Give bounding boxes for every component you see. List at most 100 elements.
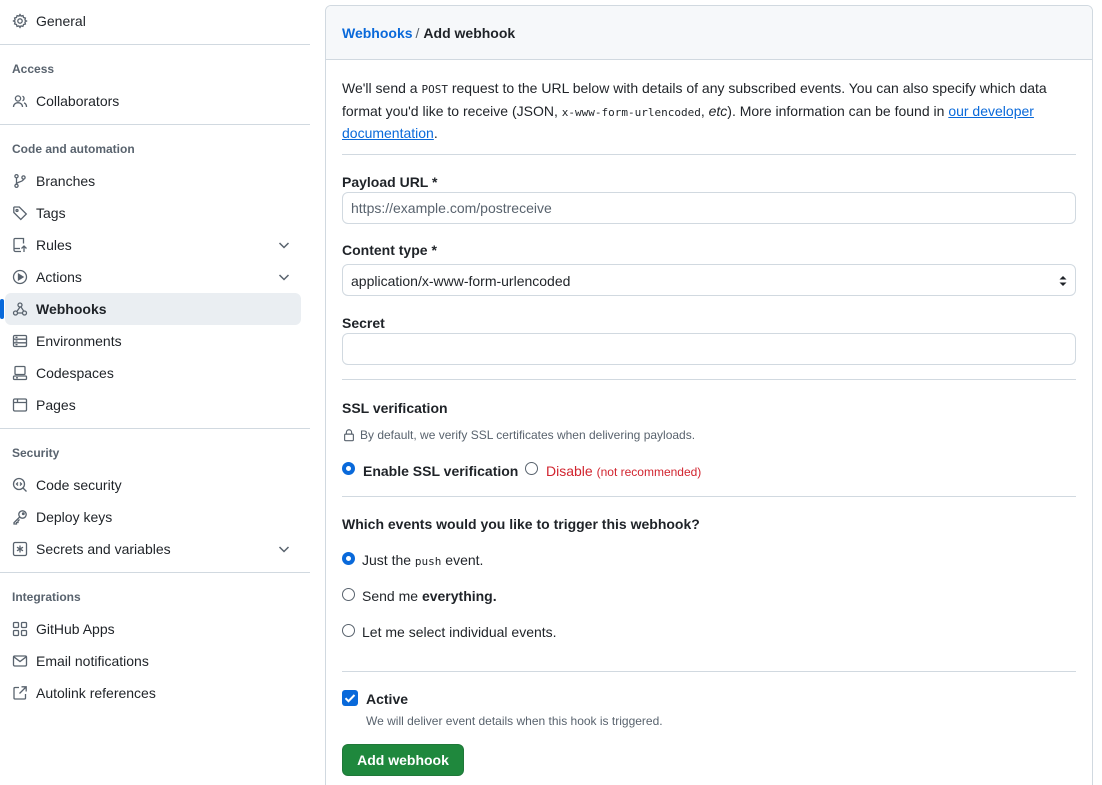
section-divider xyxy=(342,671,1076,672)
checkmark-icon xyxy=(344,694,356,703)
breadcrumb-current: Add webhook xyxy=(423,25,516,41)
sidebar-item-code-security[interactable]: Code security xyxy=(5,469,301,501)
sidebar-item-tags[interactable]: Tags xyxy=(5,197,301,229)
sidebar-divider xyxy=(0,428,310,429)
sidebar-item-pages[interactable]: Pages xyxy=(5,389,301,421)
event-everything-text: Send me xyxy=(362,588,422,604)
event-push-text: Just the xyxy=(362,552,415,568)
event-everything-bold: everything. xyxy=(421,588,497,604)
ssl-verification-title: SSL verification xyxy=(342,400,448,416)
gear-icon xyxy=(12,13,28,29)
breadcrumb-webhooks-link[interactable]: Webhooks xyxy=(342,25,413,41)
codescan-icon xyxy=(12,477,28,493)
webhook-icon xyxy=(12,301,28,317)
codespaces-icon xyxy=(12,365,28,381)
sidebar-item-label: Actions xyxy=(36,269,82,285)
ssl-disable-text: Disable xyxy=(546,463,593,479)
sidebar-item-general[interactable]: General xyxy=(5,5,301,37)
content-type-value: application/x-www-form-urlencoded xyxy=(351,273,571,289)
play-icon xyxy=(12,269,28,285)
apps-icon xyxy=(12,621,28,637)
sidebar-item-codespaces[interactable]: Codespaces xyxy=(5,357,301,389)
sidebar-group-code-automation: Code and automation xyxy=(12,142,135,156)
intro-text: We'll send a POST request to the URL bel… xyxy=(342,78,1077,144)
sidebar-divider xyxy=(0,124,310,125)
event-individual-radio[interactable] xyxy=(342,624,355,637)
payload-url-input[interactable] xyxy=(343,193,1075,223)
section-divider xyxy=(342,379,1076,380)
content-type-select[interactable]: application/x-www-form-urlencoded xyxy=(342,264,1076,296)
sidebar-item-deploy-keys[interactable]: Deploy keys xyxy=(5,501,301,533)
sidebar-item-collaborators[interactable]: Collaborators xyxy=(5,85,301,117)
server-icon xyxy=(12,333,28,349)
ssl-help: By default, we verify SSL certificates w… xyxy=(342,427,695,443)
breadcrumb-separator: / xyxy=(415,25,420,41)
sidebar-item-label: Pages xyxy=(36,397,76,413)
people-icon xyxy=(12,93,28,109)
chevron-down-icon[interactable] xyxy=(276,237,292,253)
event-push-radio[interactable] xyxy=(342,552,355,565)
ssl-disable-radio[interactable] xyxy=(525,462,538,475)
sidebar-item-webhooks[interactable]: Webhooks xyxy=(0,293,301,325)
repo-push-icon xyxy=(12,237,28,253)
sidebar-item-autolink-references[interactable]: Autolink references xyxy=(5,677,301,709)
breadcrumb: Webhooks / Add webhook xyxy=(342,25,515,42)
payload-url-label: Payload URL * xyxy=(342,174,438,190)
sidebar-item-branches[interactable]: Branches xyxy=(5,165,301,197)
chevron-down-icon[interactable] xyxy=(276,541,292,557)
panel-header: Webhooks / Add webhook xyxy=(326,6,1092,60)
active-label[interactable]: Active xyxy=(366,690,408,708)
event-everything-radio[interactable] xyxy=(342,588,355,601)
secret-input[interactable] xyxy=(343,334,1075,364)
sidebar-item-environments[interactable]: Environments xyxy=(5,325,301,357)
sidebar-item-actions[interactable]: Actions xyxy=(5,261,301,293)
intro-text-segment: ). More information can be found in xyxy=(727,102,949,119)
sidebar-item-label: Environments xyxy=(36,333,122,349)
sidebar-item-label: Autolink references xyxy=(36,685,156,701)
sidebar-divider xyxy=(0,572,310,573)
sidebar-item-rules[interactable]: Rules xyxy=(5,229,301,261)
browser-icon xyxy=(12,397,28,413)
sidebar-item-label: Code security xyxy=(36,477,122,493)
active-checkbox[interactable] xyxy=(342,690,358,706)
add-webhook-button[interactable]: Add webhook xyxy=(342,744,464,776)
asterisk-icon xyxy=(12,541,28,557)
sidebar-group-integrations: Integrations xyxy=(12,590,81,604)
tag-icon xyxy=(12,205,28,221)
sidebar-item-email-notifications[interactable]: Email notifications xyxy=(5,645,301,677)
format-code: x-www-form-urlencoded xyxy=(561,105,701,119)
ssl-enable-label[interactable]: Enable SSL verification xyxy=(363,462,518,480)
sidebar-item-label: GitHub Apps xyxy=(36,621,115,637)
chevron-down-icon[interactable] xyxy=(276,269,292,285)
event-everything-label[interactable]: Send me everything. xyxy=(362,587,497,605)
intro-text-segment: . xyxy=(433,125,438,141)
sidebar-item-label: Collaborators xyxy=(36,93,120,109)
sidebar-group-security: Security xyxy=(12,446,60,460)
intro-etc: etc xyxy=(708,102,728,119)
sidebar-item-label: Rules xyxy=(36,237,72,253)
sidebar-item-label: Webhooks xyxy=(36,301,107,317)
ssl-enable-radio[interactable] xyxy=(342,462,355,475)
event-individual-label[interactable]: Let me select individual events. xyxy=(362,623,557,641)
event-push-text: event. xyxy=(441,552,484,568)
sidebar-item-secrets-variables[interactable]: Secrets and variables xyxy=(5,533,301,565)
post-method-code: POST xyxy=(421,83,448,96)
webhook-form-panel: Webhooks / Add webhook We'll send a POST r… xyxy=(325,5,1093,785)
active-help-text: We will deliver event details when this … xyxy=(366,714,663,728)
section-divider xyxy=(342,496,1076,497)
ssl-help-text: By default, we verify SSL certificates w… xyxy=(360,428,696,442)
sidebar-item-label: Deploy keys xyxy=(36,509,113,525)
sidebar-item-label: Codespaces xyxy=(36,365,114,381)
link-external-icon xyxy=(12,685,28,701)
event-push-label[interactable]: Just the push event. xyxy=(362,551,483,571)
secret-field xyxy=(342,333,1076,365)
sidebar-item-label: Secrets and variables xyxy=(36,541,171,557)
secret-label: Secret xyxy=(342,315,385,331)
sidebar-item-label: Email notifications xyxy=(36,653,149,669)
ssl-disable-label[interactable]: Disable (not recommended) xyxy=(546,462,701,481)
sidebar-item-github-apps[interactable]: GitHub Apps xyxy=(5,613,301,645)
section-divider xyxy=(342,154,1076,155)
push-code: push xyxy=(414,555,442,568)
events-title: Which events would you like to trigger t… xyxy=(342,516,700,532)
sidebar-item-label: General xyxy=(36,13,86,29)
